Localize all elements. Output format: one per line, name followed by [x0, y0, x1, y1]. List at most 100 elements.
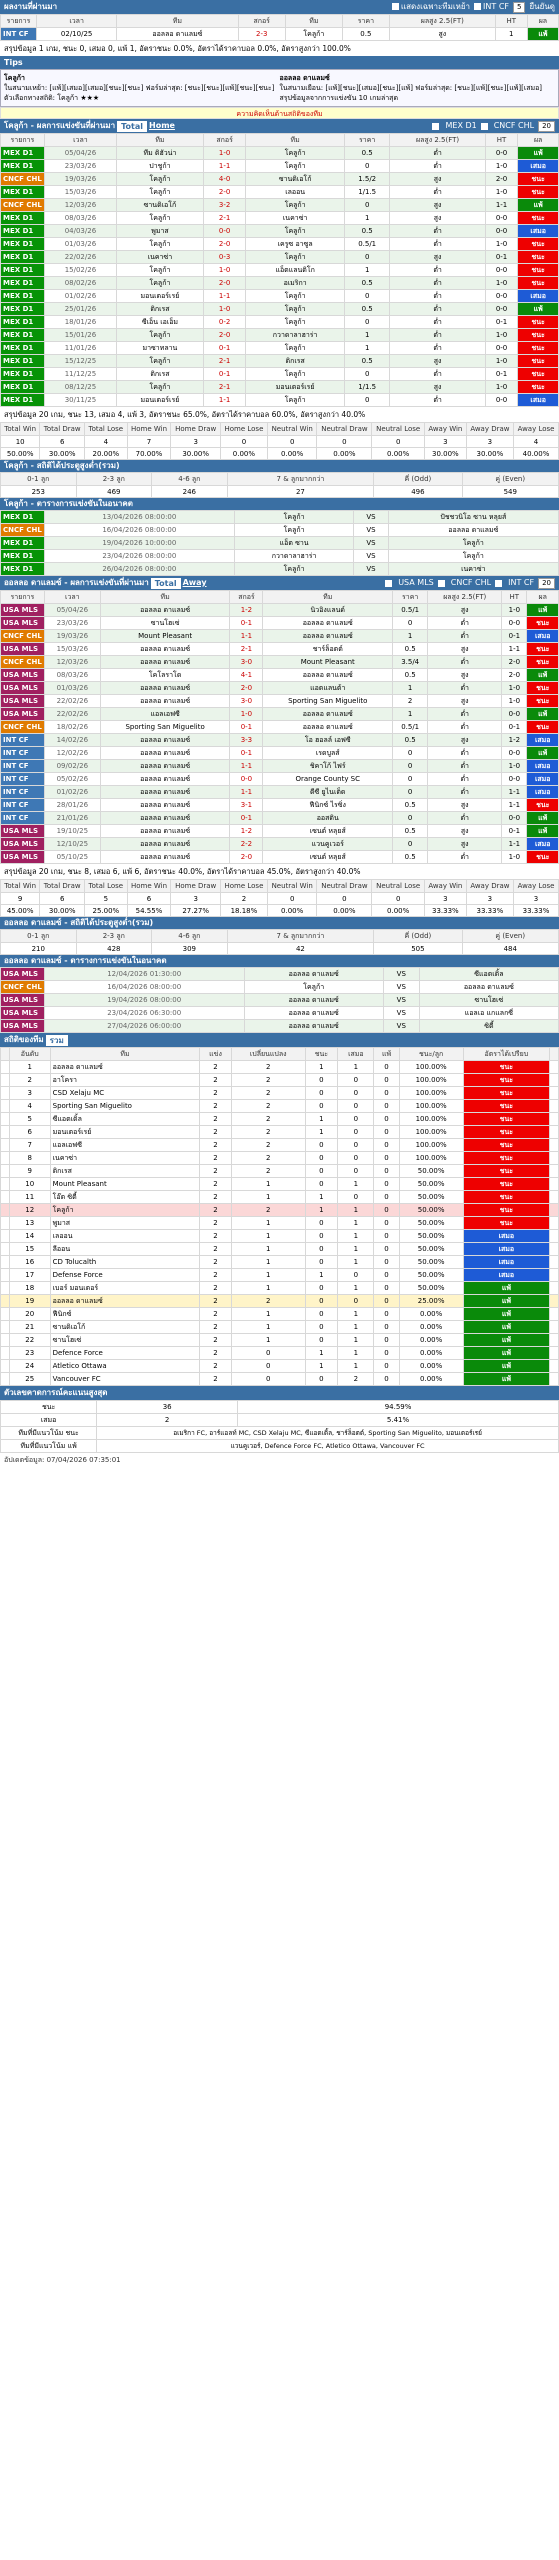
table-row[interactable]: MEX D1 15/01/26 โคลูก้า 2-0 กวาดาลาฮาร่า 1 ต่ำ…	[0, 328, 559, 342]
away-team[interactable]: Sporting San Miguelito	[262, 694, 394, 708]
league-badge[interactable]: MEX D1	[0, 237, 45, 251]
fixture-row[interactable]: USA MLS 19/04/2026 08:00:00 ออลลอ ดาแลมซ์ V…	[0, 993, 559, 1007]
fixture-row[interactable]: USA MLS 27/04/2026 06:00:00 ออลลอ ดาแลมซ์ V…	[0, 1019, 559, 1033]
rank-row[interactable]: 11 โอ๊ต ซิตี้ 2 1 1 0 0 50.00% ชนะ	[0, 1190, 559, 1204]
away-team[interactable]: โคลูก้า	[245, 159, 345, 173]
checkbox-icon[interactable]	[432, 122, 440, 130]
away-team[interactable]: ออลลอ ดาแลมซ์	[262, 707, 394, 721]
league-badge[interactable]: USA MLS	[0, 603, 45, 617]
home-team[interactable]: ออลลอ ดาแลมซ์	[99, 811, 231, 825]
away-team[interactable]: แอลเอ แกแลกซี่	[418, 1006, 559, 1020]
rank-team[interactable]: เนคาซ่า	[49, 1151, 201, 1165]
table-row[interactable]: MEX D1 01/02/26 มอนเตอร์เรย์ 1-1 โคลูก้า 0 ต่ำ…	[0, 289, 559, 303]
table-row[interactable]: INT CF 14/02/26 ออลลอ ดาแลมซ์ 3-3 โอ ฮอลล์ เ…	[0, 733, 559, 747]
away-team[interactable]: ออลลอ ดาแลมซ์	[262, 629, 394, 643]
league-badge[interactable]: USA MLS	[0, 707, 45, 721]
away-team[interactable]: ซานดิเอโก้	[245, 172, 345, 186]
league-badge[interactable]: INT CF	[0, 772, 45, 786]
home-team[interactable]: ออลลอ ดาแลมซ์	[243, 967, 384, 981]
away-team[interactable]: ซิตี้	[418, 1019, 559, 1033]
away-team[interactable]: เรดบูลส์	[262, 746, 394, 760]
rank-team[interactable]: เบอร์ มอนเตอร์	[49, 1281, 201, 1295]
rank-team[interactable]: พูมาส	[49, 1216, 201, 1230]
away-team[interactable]: ออลลอ ดาแลมซ์	[262, 720, 394, 734]
score[interactable]: 4-1	[229, 668, 264, 682]
checkbox-icon[interactable]	[474, 3, 482, 10]
away-team[interactable]: ซีแอตเติ้ล	[418, 967, 559, 981]
table-row[interactable]: INT CF 02/10/25 ออลลอ ดาแลมซ์ 2-3 โคลูก้า 0.5…	[0, 27, 559, 41]
home-team[interactable]: แอ็ต ซาน	[233, 536, 355, 550]
table-row[interactable]: CNCF CHL 18/02/26 Sporting San Miguelito 0-…	[0, 720, 559, 734]
league-badge[interactable]: MEX D1	[0, 250, 45, 264]
rank-row[interactable]: 4 Sporting San Miguelito 2 2 0 0 0 100.00% ชนะ	[0, 1099, 559, 1113]
league-badge[interactable]: MEX D1	[0, 263, 45, 277]
score[interactable]: 2-1	[229, 642, 264, 656]
rank-row[interactable]: 15 ลีออน 2 1 0 1 0 50.00% เสมอ	[0, 1242, 559, 1256]
home-team[interactable]: ออลลอ ดาแลมซ์	[243, 1019, 384, 1033]
home-team[interactable]: ออลลอ ดาแลมซ์	[116, 27, 239, 41]
home-team[interactable]: ออลลอ ดาแลมซ์	[99, 642, 231, 656]
league-badge[interactable]: MEX D1	[0, 328, 45, 342]
rank-team[interactable]: CSD Xelaju MC	[49, 1086, 201, 1100]
home-team[interactable]: โคลูก้า	[116, 237, 204, 251]
table-row[interactable]: USA MLS 22/02/26 ออลลอ ดาแลมซ์ 3-0 Sporting …	[0, 694, 559, 708]
league-badge[interactable]: MEX D1	[0, 276, 45, 290]
fixture-row[interactable]: USA MLS 23/04/2026 06:30:00 ออลลอ ดาแลมซ์ V…	[0, 1006, 559, 1020]
score[interactable]: 0-1	[202, 367, 247, 381]
score[interactable]: 1-1	[202, 393, 247, 407]
away-team[interactable]: นิวอิงแลนด์	[262, 603, 394, 617]
rank-row[interactable]: 8 เนคาซ่า 2 2 0 0 0 100.00% ชนะ	[0, 1151, 559, 1165]
away-team[interactable]: โคลูก้า	[245, 289, 345, 303]
table-row[interactable]: MEX D1 23/03/26 ปาชูก้า 1-1 โคลูก้า 0 ต่ำ 1-0 เส…	[0, 159, 559, 173]
table-row[interactable]: MEX D1 01/03/26 โคลูก้า 2-0 เครูซ อาซูล 0.5/1…	[0, 237, 559, 251]
score[interactable]: 2-0	[202, 237, 247, 251]
league-badge[interactable]: CNCF CHL	[0, 980, 45, 994]
league-badge[interactable]: MEX D1	[0, 315, 45, 329]
league-badge[interactable]: USA MLS	[0, 824, 45, 838]
table-row[interactable]: INT CF 12/02/26 ออลลอ ดาแลมซ์ 0-1 เรดบูลส์ 0 ต…	[0, 746, 559, 760]
league-badge[interactable]: INT CF	[0, 746, 45, 760]
rank-team[interactable]: ออลลอ ดาแลมซ์	[49, 1294, 201, 1308]
away-team[interactable]: ซานโฮเซ่	[418, 993, 559, 1007]
away-team[interactable]: ดีซี ยูไนเต็ด	[262, 785, 394, 799]
table-row[interactable]: MEX D1 11/01/26 มาซาทลาน 0-1 โคลูก้า 1 ต่ำ 0-0 ช…	[0, 341, 559, 355]
score[interactable]: 3-0	[229, 655, 264, 669]
rank-row[interactable]: 18 เบอร์ มอนเตอร์ 2 1 0 1 0 50.00% แพ้	[0, 1281, 559, 1295]
score[interactable]: 0-0	[229, 772, 264, 786]
away-team[interactable]: โคลูก้า	[387, 536, 559, 550]
home-team[interactable]: ทีม ติฮัวน่า	[116, 146, 204, 160]
rank-row[interactable]: 12 โคลูก้า 2 2 1 1 0 50.00% ชนะ	[0, 1203, 559, 1217]
score[interactable]: 0-2	[202, 315, 247, 329]
score[interactable]: 0-1	[229, 746, 264, 760]
league-badge[interactable]: USA MLS	[0, 616, 45, 630]
rank-team[interactable]: ซานดิเอโก้	[49, 1320, 201, 1334]
checkbox-icon[interactable]	[480, 122, 488, 130]
rank-team[interactable]: ซานโฮเซ่	[49, 1333, 201, 1347]
score[interactable]: 1-0	[202, 146, 247, 160]
s1-count-select[interactable]: 20	[538, 120, 555, 132]
table-row[interactable]: MEX D1 18/01/26 ซีเอ็น เอเอ็ม 0-2 โคลูก้า 0 ต่…	[0, 315, 559, 329]
home-team[interactable]: ออลลอ ดาแลมซ์	[243, 993, 384, 1007]
rank-row[interactable]: 1 ออลลอ ดาแลมซ์ 2 2 1 1 0 100.00% ชนะ	[0, 1060, 559, 1074]
home-team[interactable]: มาซาทลาน	[116, 341, 204, 355]
away-team[interactable]: โคลูก้า	[387, 549, 559, 563]
home-team[interactable]: พูมาส	[116, 224, 204, 238]
home-team[interactable]: ออลลอ ดาแลมซ์	[99, 733, 231, 747]
rank-row[interactable]: 23 Defence Force 2 0 1 1 0 0.00% แพ้	[0, 1346, 559, 1360]
score[interactable]: 4-0	[202, 172, 247, 186]
s2-count-select[interactable]: 20	[538, 577, 555, 589]
rank-row[interactable]: 22 ซานโฮเซ่ 2 1 0 1 0 0.00% แพ้	[0, 1333, 559, 1347]
home-team[interactable]: ออลลอ ดาแลมซ์	[99, 681, 231, 695]
rank-team[interactable]: แอลเอฟซี	[49, 1138, 201, 1152]
home-team[interactable]: Sporting San Miguelito	[99, 720, 231, 734]
home-team[interactable]: โคลูก้า	[116, 328, 204, 342]
league-badge[interactable]: MEX D1	[0, 211, 45, 225]
score[interactable]: 2-0	[202, 185, 247, 199]
league-badge[interactable]: INT CF	[0, 27, 37, 41]
away-team[interactable]: โคลูก้า	[245, 302, 345, 316]
table-row[interactable]: CNCF CHL 12/03/26 ซานดิเอโก้ 3-2 โคลูก้า 0 สูง…	[0, 198, 559, 212]
home-team[interactable]: โคลูก้า	[116, 380, 204, 394]
league-badge[interactable]: USA MLS	[0, 1006, 45, 1020]
league-badge[interactable]: MEX D1	[0, 562, 45, 576]
home-team[interactable]: เนคาซ่า	[116, 250, 204, 264]
